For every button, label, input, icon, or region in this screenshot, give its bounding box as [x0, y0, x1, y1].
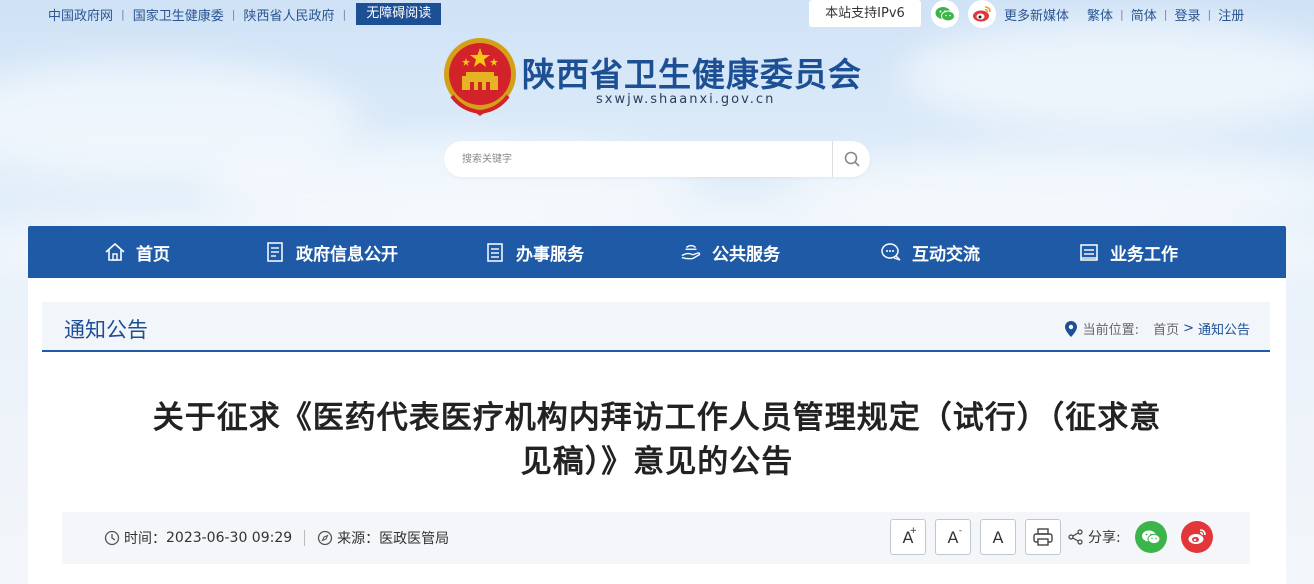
font-smaller-sup: -	[958, 526, 962, 536]
top-right-links: 更多新媒体 繁体 | 简体 | 登录 | 注册	[1004, 5, 1244, 24]
printer-icon	[1033, 528, 1053, 546]
font-smaller-button[interactable]: A-	[935, 519, 971, 555]
national-emblem-icon	[444, 38, 516, 116]
top-bar: 中国政府网 | 国家卫生健康委 | 陕西省人民政府 | 无障碍阅读 本站支持IP…	[0, 0, 1314, 28]
separator: |	[342, 7, 347, 21]
clock-icon	[104, 530, 120, 546]
nav-item-label: 首页	[136, 244, 170, 265]
ipv6-badge: 本站支持IPv6	[809, 0, 921, 27]
search-box	[444, 141, 870, 177]
nav-item-label: 业务工作	[1110, 244, 1178, 265]
share-weibo-button[interactable]	[1180, 521, 1213, 553]
clipboard-icon	[484, 241, 506, 263]
breadcrumb-home-link[interactable]: 首页	[1153, 319, 1179, 338]
nav-item-interaction[interactable]: 互动交流	[880, 226, 980, 278]
section-title: 通知公告	[64, 318, 148, 342]
search-icon	[844, 151, 860, 167]
register-link[interactable]: 注册	[1218, 5, 1244, 24]
print-button[interactable]	[1025, 519, 1061, 555]
wechat-icon	[1141, 530, 1161, 545]
main-nav: 首页 政府信息公开 办事服务 公共服务 互动交流 业务工作	[28, 226, 1286, 278]
breadcrumb-arrow: >	[1183, 321, 1194, 336]
section-header: 通知公告 当前位置: 首页 > 通知公告	[42, 302, 1270, 352]
share-wechat-button[interactable]	[1134, 521, 1167, 553]
nav-item-public-services[interactable]: 公共服务	[680, 226, 780, 278]
wechat-icon[interactable]	[931, 0, 959, 28]
separator: |	[121, 7, 125, 21]
nav-item-label: 互动交流	[912, 244, 980, 265]
article-title: 关于征求《医药代表医疗机构内拜访工作人员管理规定（试行）（征求意 见稿）》意见的…	[68, 396, 1246, 484]
compass-icon	[317, 530, 333, 546]
breadcrumb-current-link[interactable]: 通知公告	[1198, 319, 1250, 338]
chat-icon	[880, 241, 902, 263]
link-gov-cn[interactable]: 中国政府网	[48, 5, 113, 24]
separator: |	[1163, 8, 1168, 21]
separator: |	[1120, 8, 1124, 21]
site-title: 陕西省卫生健康委员会	[522, 55, 862, 94]
nav-item-gov-info[interactable]: 政府信息公开	[264, 226, 398, 278]
home-icon	[104, 241, 126, 263]
nav-item-label: 公共服务	[712, 244, 780, 265]
simplified-chinese-link[interactable]: 简体	[1131, 5, 1157, 24]
article-meta-bar: 时间： 2023-06-30 09:29 来源： 医政医管局 A+ A- A	[62, 512, 1250, 564]
font-larger-sup: +	[909, 526, 917, 536]
link-shaanxi-gov[interactable]: 陕西省人民政府	[243, 5, 334, 24]
divider	[304, 530, 306, 546]
more-media-link[interactable]: 更多新媒体	[1004, 5, 1069, 24]
separator: |	[1207, 8, 1212, 21]
traditional-chinese-link[interactable]: 繁体	[1087, 5, 1113, 24]
source-value: 医政医管局	[379, 531, 450, 547]
accessibility-button[interactable]: 无障碍阅读	[356, 3, 442, 25]
article-title-line-2: 见稿）》意见的公告	[520, 444, 794, 480]
time-label: 时间：	[124, 531, 166, 547]
nav-item-label: 办事服务	[516, 244, 584, 265]
weibo-icon[interactable]	[968, 0, 996, 28]
search-input[interactable]	[462, 149, 822, 169]
nav-item-label: 政府信息公开	[296, 244, 398, 265]
login-link[interactable]: 登录	[1174, 5, 1200, 24]
source-label: 来源：	[337, 531, 380, 547]
location-label: 当前位置:	[1082, 323, 1140, 338]
separator: |	[231, 7, 236, 21]
weibo-icon	[1188, 529, 1206, 544]
site-domain: sxwjw.shaanxi.gov.cn	[596, 92, 776, 107]
article-title-line-1: 关于征求《医药代表医疗机构内拜访工作人员管理规定（试行）（征求意	[152, 400, 1162, 436]
time-value: 2023-06-30 09:29	[166, 530, 293, 546]
hand-service-icon	[680, 241, 702, 263]
site-logo[interactable]: 陕西省卫生健康委员会 sxwjw.shaanxi.gov.cn	[442, 36, 882, 120]
font-default-button[interactable]: A	[980, 519, 1016, 555]
article-tools: A + A- A 分享:	[890, 519, 1227, 555]
share-label: 分享:	[1088, 530, 1121, 546]
article-meta: 时间： 2023-06-30 09:29 来源： 医政医管局	[104, 528, 449, 548]
link-nhc[interactable]: 国家卫生健康委	[133, 5, 224, 24]
font-default-label: A	[992, 527, 1004, 547]
content-card: 通知公告 当前位置: 首页 > 通知公告 关于征求《医药代表医疗机构内拜访工作人…	[28, 278, 1286, 584]
nav-item-services[interactable]: 办事服务	[484, 226, 584, 278]
font-larger-button[interactable]: A +	[890, 519, 926, 555]
share-icon	[1068, 529, 1084, 545]
top-links: 中国政府网 | 国家卫生健康委 | 陕西省人民政府 | 无障碍阅读	[48, 3, 442, 25]
search-button[interactable]	[832, 141, 870, 177]
nav-item-business[interactable]: 业务工作	[1078, 226, 1178, 278]
font-smaller-label: A	[947, 527, 959, 547]
breadcrumb: 当前位置: 首页 > 通知公告	[1064, 319, 1250, 338]
location-pin-icon	[1064, 320, 1077, 337]
nav-item-home[interactable]: 首页	[104, 226, 170, 278]
briefcase-icon	[1078, 241, 1100, 263]
document-icon	[264, 241, 286, 263]
